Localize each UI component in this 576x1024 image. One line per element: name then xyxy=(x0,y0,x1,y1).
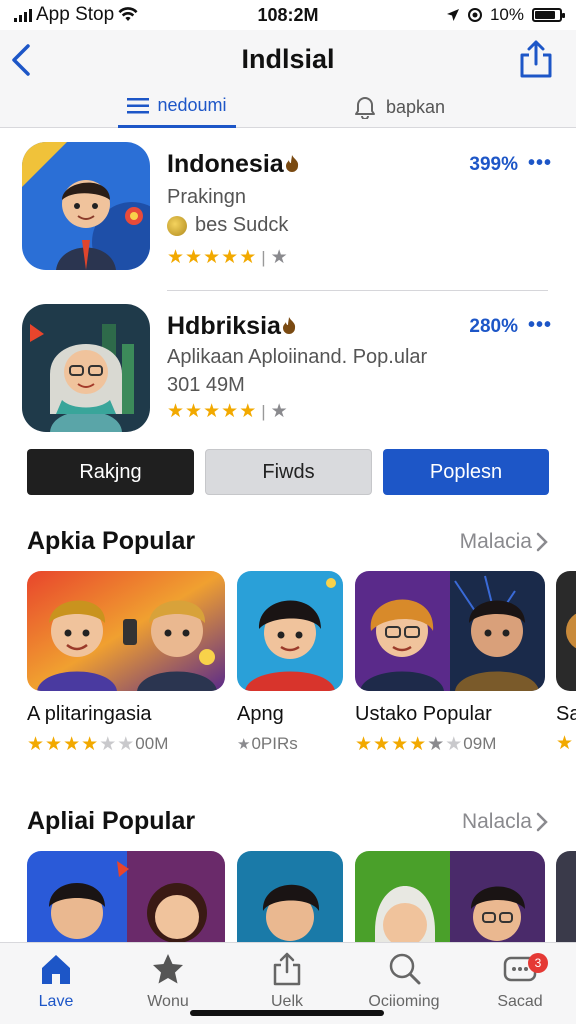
share-icon xyxy=(273,952,301,986)
app-icon-indonesia xyxy=(22,142,150,270)
tab-nedoumi[interactable]: nedoumi xyxy=(118,86,236,128)
status-bar: App Stop 108:2M 10% xyxy=(0,0,576,30)
app-card-meta: ★ 0PIRs xyxy=(237,734,298,753)
app-subtitle: Prakingn xyxy=(167,186,246,208)
app-card-title: Apng xyxy=(237,703,284,725)
search-icon xyxy=(389,953,421,985)
coin-icon xyxy=(167,215,187,236)
app-percent: 399% xyxy=(469,154,518,175)
star-icon xyxy=(153,954,183,984)
tab-bar-item-share[interactable]: Uelk xyxy=(237,951,337,1011)
chevron-right-icon xyxy=(536,532,548,552)
notification-badge: 3 xyxy=(528,953,548,973)
tab-bar-label: Lave xyxy=(38,993,74,1010)
tab-bar-label: Wonu xyxy=(147,993,189,1010)
status-right: 10% xyxy=(372,5,565,25)
tab-bar-item-search[interactable]: Ociioming xyxy=(354,951,454,1011)
app-icon-hdbriksia xyxy=(22,304,150,432)
tab-bar-item-chat[interactable]: 3 Sacad xyxy=(470,951,570,1011)
tab-label: nedoumi xyxy=(157,95,227,115)
featured-app-row[interactable]: Indonesia Prakingn bes Sudck ★ ★ ★ ★ ★ | ★ 399… xyxy=(0,138,576,278)
nav-header: Indlsial nedoumi bapkan xyxy=(0,30,576,128)
tab-bapkan[interactable]: bapkan xyxy=(352,86,462,128)
location-icon xyxy=(446,9,459,21)
more-options-button[interactable]: ••• xyxy=(528,314,552,337)
popular-button[interactable]: Poplesn xyxy=(383,449,549,495)
featured-app-row[interactable]: Hdbriksia Aplikaan Aploiinand. Pop.ular … xyxy=(0,298,576,438)
app-card-image xyxy=(27,571,225,691)
app-detail: 301 49M xyxy=(167,374,245,396)
section-title: Apliai Popular xyxy=(27,807,196,835)
app-card-image xyxy=(237,571,343,691)
alarm-icon xyxy=(467,8,482,22)
bell-icon xyxy=(355,97,375,119)
see-all-link[interactable]: Nalacla xyxy=(462,810,548,834)
rating-stars: ★ ★ ★ ★ ★ | ★ xyxy=(167,401,288,422)
page-title: Indlsial xyxy=(241,44,335,74)
battery-icon xyxy=(532,8,565,22)
friends-button[interactable]: Fiwds xyxy=(205,449,372,495)
wifi-icon xyxy=(118,7,138,21)
app-percent: 280% xyxy=(469,316,518,337)
app-card[interactable]: A plitaringasia ★ ★ ★ ★ ★ ★ 00M xyxy=(27,571,225,754)
status-left: App Stop xyxy=(14,4,204,26)
rating-stars: ★ ★ ★ ★ ★ | ★ xyxy=(167,247,288,268)
app-card-title: Ustako Popular xyxy=(355,703,492,725)
divider xyxy=(167,290,548,291)
signal-icon xyxy=(14,8,32,22)
tab-bar-label: Ociioming xyxy=(368,993,440,1010)
app-card-image xyxy=(355,571,545,691)
app-name: Hdbriksia xyxy=(167,312,297,341)
flame-icon xyxy=(285,155,298,172)
app-card-title: Sa xyxy=(556,703,576,725)
tab-label: bapkan xyxy=(386,96,446,117)
tab-bar-label: Uelk xyxy=(270,993,303,1010)
app-card-image xyxy=(556,571,576,691)
app-card-meta: ★ ★ ★ ★ ★ ★ 09M xyxy=(355,733,497,755)
app-subtitle: Aplikaan Aploiinand. Pop.ular xyxy=(167,346,428,368)
list-icon xyxy=(127,97,150,113)
app-card[interactable]: Sa ★ xyxy=(556,571,576,753)
section-title: Apkia Popular xyxy=(27,527,196,555)
app-card-title: A plitaringasia xyxy=(27,703,152,725)
app-name: Indonesia xyxy=(167,150,300,179)
app-card-meta: ★ xyxy=(556,733,574,754)
tab-bar-label: Sacad xyxy=(497,993,543,1010)
chevron-right-icon xyxy=(536,812,548,832)
carrier-label: App Stop xyxy=(36,4,115,25)
tab-bar-item-home[interactable]: Lave xyxy=(6,951,106,1011)
app-card[interactable]: Apng ★ 0PIRs xyxy=(237,571,343,754)
more-options-button[interactable]: ••• xyxy=(528,152,552,175)
ranking-button[interactable]: Rakjng xyxy=(27,449,194,495)
tab-bar-item-star[interactable]: Wonu xyxy=(118,951,218,1011)
see-all-link[interactable]: Malacia xyxy=(460,530,548,554)
home-indicator xyxy=(190,1010,384,1016)
flame-icon xyxy=(282,317,296,334)
app-card[interactable]: Ustako Popular ★ ★ ★ ★ ★ ★ 09M xyxy=(355,571,545,754)
app-card-meta: ★ ★ ★ ★ ★ ★ 00M xyxy=(27,733,169,755)
app-detail: bes Sudck xyxy=(167,214,288,237)
battery-percent: 10% xyxy=(489,5,524,24)
status-time: 108:2M xyxy=(257,4,319,25)
home-icon xyxy=(42,955,70,984)
share-icon[interactable] xyxy=(518,39,554,79)
